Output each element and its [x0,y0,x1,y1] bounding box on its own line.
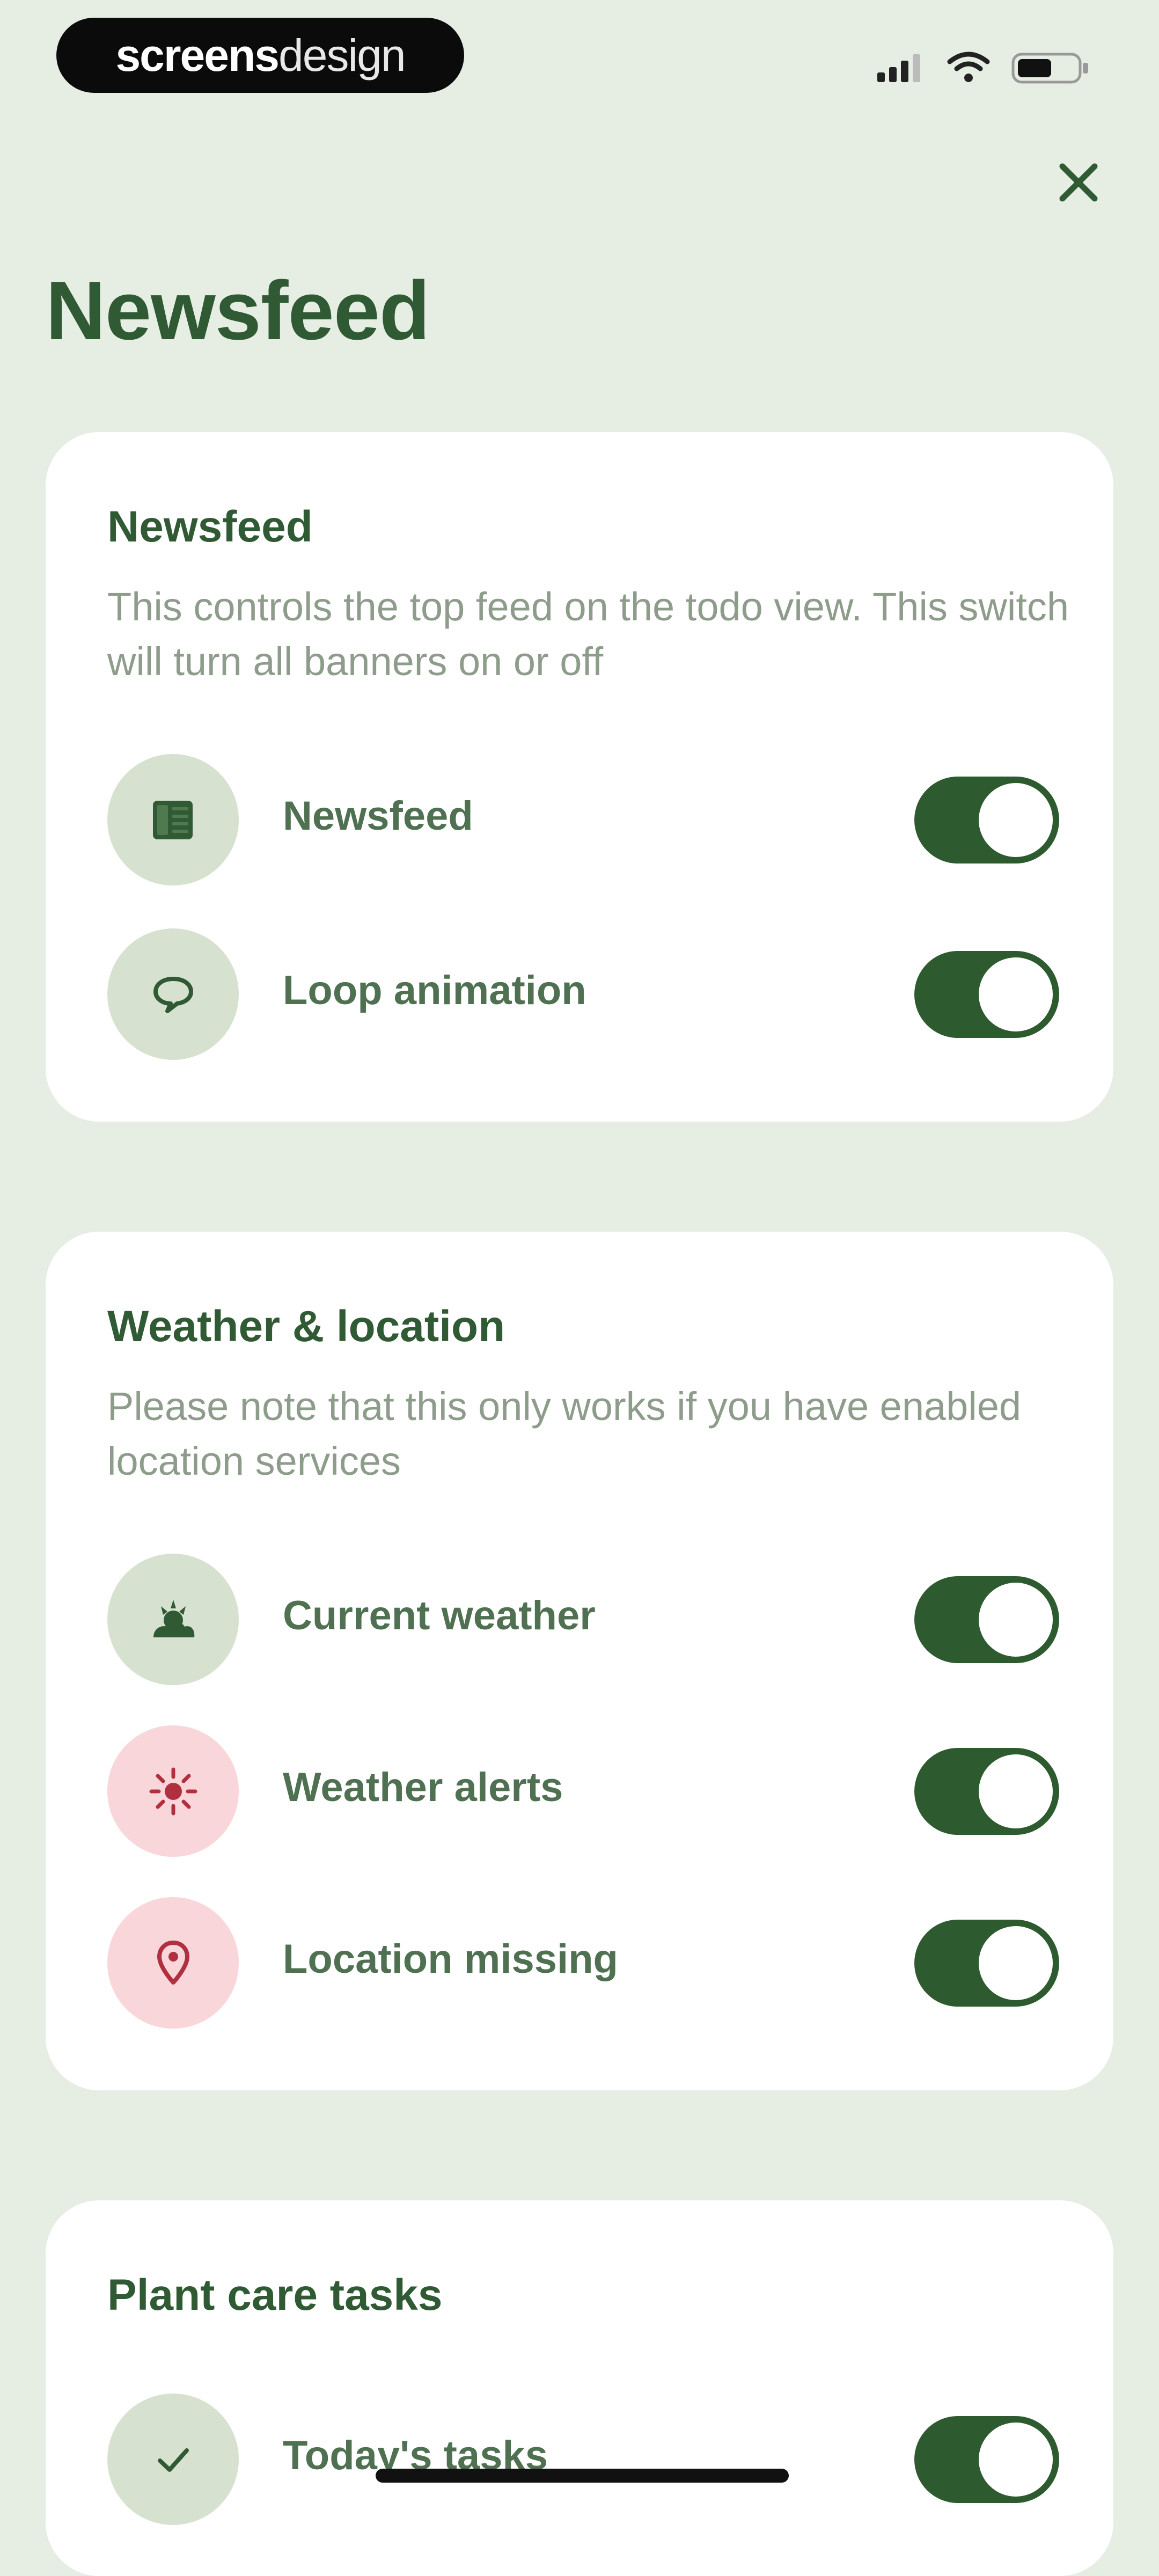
brand-text-bold: screens [115,30,280,80]
brand-text-light: design [278,30,406,80]
setting-row-current-weather: Current weather [107,1554,1059,1688]
row-icon-wrapper [107,754,239,885]
section-title: Plant care tasks [107,2271,443,2319]
loop-animation-toggle[interactable] [914,951,1059,1038]
location-missing-toggle[interactable] [914,1920,1059,2007]
weather-location-card: Weather & location Please note that this… [46,1232,1113,2090]
newspaper-icon [152,800,193,839]
setting-row-todays-tasks: Today's tasks [107,2394,1059,2528]
setting-label: Weather alerts [283,1765,563,1810]
row-icon-wrapper [107,1554,239,1685]
toggle-knob [979,957,1053,1031]
setting-row-newsfeed: Newsfeed [107,754,1059,888]
toggle-knob [979,1583,1053,1657]
sun-alert-icon [149,1767,197,1815]
setting-label: Newsfeed [283,793,473,839]
weather-alerts-toggle[interactable] [914,1748,1059,1835]
current-weather-toggle[interactable] [914,1576,1059,1663]
close-button[interactable] [1049,153,1108,212]
row-icon-wrapper [107,1897,239,2029]
status-icons [869,51,1095,89]
home-indicator [376,2469,789,2483]
row-icon-wrapper [107,928,239,1060]
signal-icon [877,54,920,82]
setting-label: Location missing [283,1936,618,1982]
newsfeed-card: Newsfeed This controls the top feed on t… [46,432,1113,1122]
setting-row-loop-animation: Loop animation [107,928,1059,1063]
wifi-icon [947,52,990,82]
todays-tasks-toggle[interactable] [914,2416,1059,2503]
speech-bubble-icon [153,976,193,1013]
section-description: This controls the top feed on the todo v… [107,584,1069,684]
section-description: Please note that this only works if you … [107,1384,1022,1483]
location-pin-icon [157,1940,189,1985]
section-title: Newsfeed [107,502,313,551]
section-title: Weather & location [107,1302,505,1351]
toggle-knob [979,2423,1053,2497]
setting-label: Current weather [283,1593,596,1638]
brand-badge: screens design [56,18,464,93]
status-bar: screens design [0,0,1159,107]
weather-icon [153,1599,194,1637]
toggle-knob [979,1926,1053,2000]
setting-row-location-missing: Location missing [107,1897,1059,2031]
setting-row-weather-alerts: Weather alerts [107,1725,1059,1860]
plant-care-card: Plant care tasks Today's tasks [46,2200,1113,2576]
row-icon-wrapper [107,1725,239,1857]
toggle-knob [979,1754,1053,1828]
close-icon [1059,163,1098,202]
setting-label: Loop animation [283,968,586,1013]
battery-icon [1011,53,1088,84]
row-icon-wrapper [107,2394,239,2525]
page-title: Newsfeed [46,264,430,357]
newsfeed-toggle[interactable] [914,777,1059,863]
toggle-knob [979,783,1053,857]
checkmark-icon [157,2448,189,2472]
